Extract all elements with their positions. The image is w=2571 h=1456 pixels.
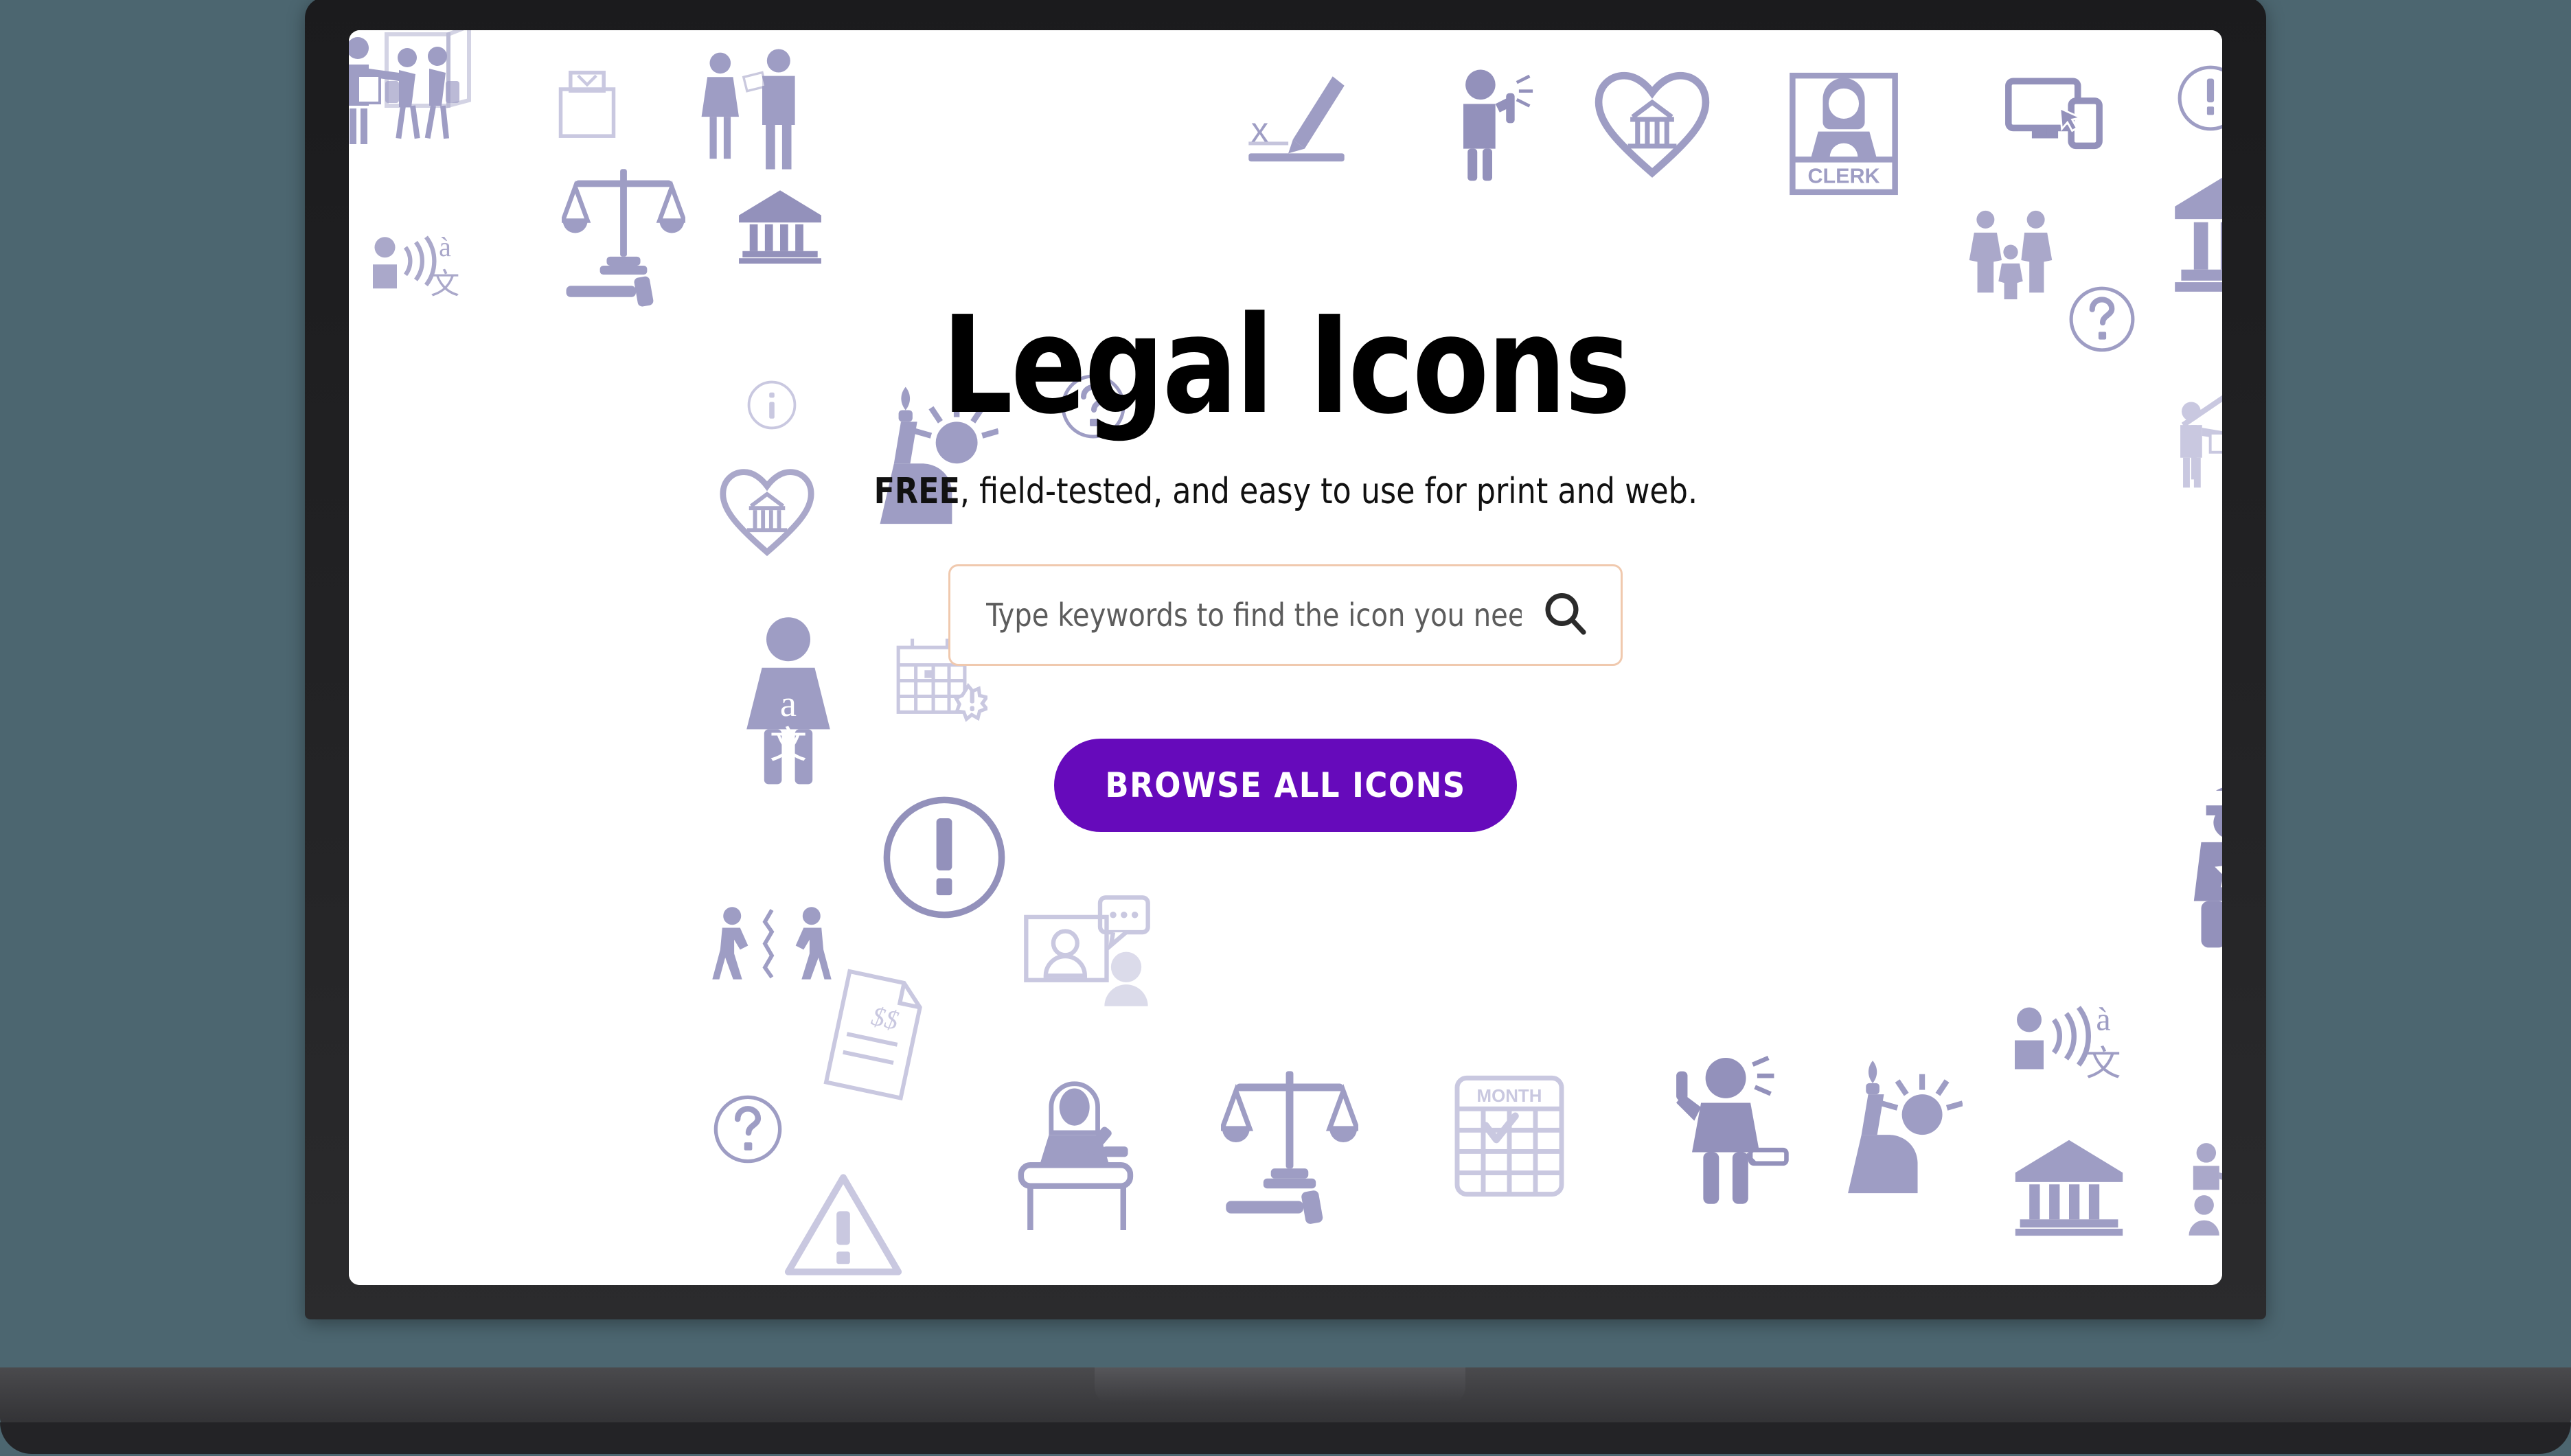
- interpreter-icon: à文: [2011, 991, 2134, 1087]
- search-bar[interactable]: [948, 564, 1623, 666]
- family-group-icon: [1966, 203, 2055, 299]
- magnifier-icon: [1540, 589, 1590, 640]
- svg-text:$$: $$: [869, 1002, 901, 1036]
- question-circle-icon: [711, 1093, 784, 1166]
- svg-text:文: 文: [431, 268, 460, 301]
- hero-section: Legal Icons FREE, field-tested, and easy…: [349, 288, 2222, 832]
- clerk-sign-icon: CLERK: [1785, 69, 1902, 199]
- presentation-icon: [2182, 1122, 2222, 1238]
- oath-person-icon: [1667, 1053, 1791, 1211]
- scales-gavel-icon: [562, 159, 685, 307]
- webpage: x CLERK à 文 a 文 $$ MONTH à 文 Legal Icons…: [349, 30, 2222, 1285]
- search-submit-button[interactable]: [1538, 588, 1592, 642]
- laptop-mockup: x CLERK à 文 a 文 $$ MONTH à 文 Legal Icons…: [0, 0, 2571, 1456]
- scales-gavel-icon: [1221, 1060, 1358, 1225]
- svg-text:文: 文: [2086, 1044, 2121, 1085]
- laptop-base-notch: [1095, 1367, 1465, 1405]
- warning-triangle-icon: [781, 1170, 905, 1280]
- subtitle-rest: , field-tested, and easy to use for prin…: [959, 470, 1698, 512]
- svg-text:MONTH: MONTH: [1477, 1087, 1542, 1106]
- page-subtitle: FREE, field-tested, and easy to use for …: [873, 471, 1698, 512]
- devices-icon: [2004, 73, 2107, 155]
- svg-text:à: à: [439, 231, 451, 262]
- money-document-icon: $$: [823, 962, 926, 1107]
- judge-bench-icon: [1008, 1079, 1139, 1230]
- exclamation-circle-icon: [2175, 63, 2222, 133]
- person-speaking-icon: [1444, 65, 1540, 188]
- laptop-base-lip: [0, 1422, 2571, 1454]
- courthouse-large-icon: [2169, 155, 2222, 292]
- courthouse-icon: [2011, 1134, 2127, 1237]
- two-people-document-icon: [692, 48, 809, 178]
- browse-all-icons-button[interactable]: BROWSE ALL ICONS: [1054, 738, 1517, 832]
- svg-text:à: à: [2096, 1002, 2110, 1038]
- page-title: Legal Icons: [941, 288, 1631, 444]
- search-input[interactable]: [986, 596, 1522, 634]
- interpreter-icon: à文: [369, 222, 472, 305]
- svg-text:CLERK: CLERK: [1807, 164, 1879, 187]
- calendar-month-icon: MONTH: [1448, 1071, 1571, 1201]
- video-call-icon: [1022, 892, 1152, 1009]
- heart-courthouse-icon: [1590, 66, 1714, 183]
- subtitle-free-label: FREE: [873, 470, 960, 512]
- laptop-screen: x CLERK à 文 a 文 $$ MONTH à 文 Legal Icons…: [349, 30, 2222, 1285]
- eviction-notice-icon: [349, 30, 479, 161]
- statue-of-liberty-icon: [1839, 1053, 1963, 1211]
- signature-icon: x: [1228, 58, 1365, 174]
- courthouse-icon: [735, 187, 825, 264]
- svg-text:x: x: [1251, 110, 1269, 149]
- ballot-box-icon: [549, 56, 625, 152]
- conflict-people-icon: [711, 902, 832, 991]
